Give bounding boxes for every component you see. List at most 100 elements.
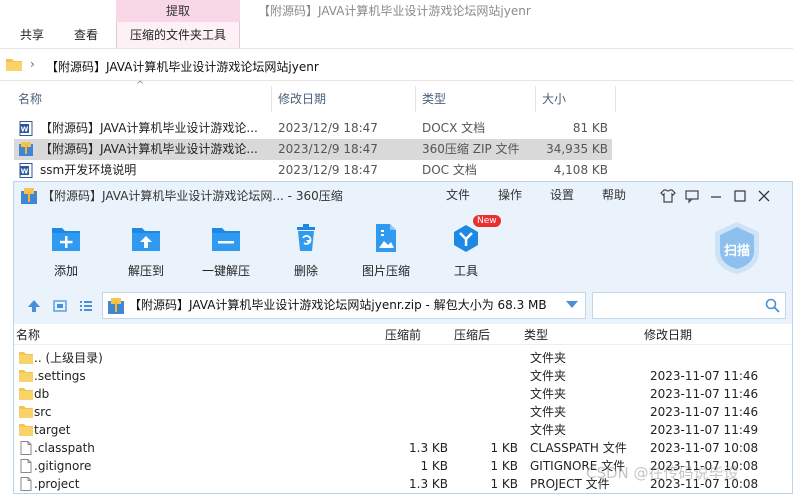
archive-item-name: .project: [34, 477, 80, 491]
zip-title-bar[interactable]: 【附源码】JAVA计算机毕业设计游戏论坛网... - 360压缩 文件 操作 设…: [14, 182, 792, 210]
archive-path-field[interactable]: 【附源码】JAVA计算机毕业设计游戏论坛网站jyenr.zip - 解包大小为 …: [102, 292, 586, 319]
archive-row[interactable]: .classpath 1.3 KB 1 KB CLASSPATH 文件 2023-11-…: [14, 439, 792, 457]
scan-label: 扫描: [723, 244, 750, 259]
column-divider[interactable]: [271, 86, 272, 112]
image-compress-icon: [376, 224, 396, 252]
archive-item-modified: 2023-11-07 11:46: [650, 387, 759, 401]
search-input[interactable]: [592, 292, 786, 319]
zip-window: 【附源码】JAVA计算机毕业设计游戏论坛网... - 360压缩 文件 操作 设…: [13, 181, 793, 494]
archive-item-name: .gitignore: [34, 459, 92, 473]
toolbar-label: 解压到: [127, 264, 164, 278]
thumbnail-view-icon[interactable]: [52, 298, 68, 314]
maximize-icon[interactable]: [731, 187, 749, 205]
scan-button[interactable]: 扫描: [711, 220, 763, 276]
word-doc-icon: W: [19, 163, 33, 178]
tab-view[interactable]: 查看: [66, 22, 106, 48]
column-divider[interactable]: [415, 86, 416, 112]
archive-row[interactable]: .. (上级目录) 文件夹: [14, 349, 792, 367]
archive-item-name: .classpath: [34, 441, 95, 455]
folder-icon: [6, 59, 22, 71]
file-type: DOC 文档: [422, 163, 477, 177]
zip-archive-icon: [108, 298, 124, 314]
file-size: 81 KB: [572, 121, 608, 135]
extract-to-icon: [132, 228, 160, 251]
breadcrumb-path[interactable]: 【附源码】JAVA计算机毕业设计游戏论坛网站jyenr: [46, 58, 319, 75]
menu-help[interactable]: 帮助: [602, 182, 626, 208]
sort-ascending-icon: ^: [136, 80, 145, 91]
archive-item-type: 文件夹: [530, 405, 567, 419]
chevron-down-icon[interactable]: [565, 299, 579, 311]
tab-share[interactable]: 共享: [12, 22, 52, 48]
file-size: 34,935 KB: [546, 142, 608, 156]
column-divider[interactable]: [535, 86, 536, 112]
file-icon: [20, 477, 32, 491]
delete-button[interactable]: 删除: [271, 216, 341, 286]
archive-item-type: 文件夹: [530, 387, 567, 401]
menu-file[interactable]: 文件: [446, 182, 470, 208]
file-row[interactable]: W 【附源码】JAVA计算机毕业设计游戏论... 2023/12/9 18:47…: [14, 118, 612, 139]
archive-item-modified: 2023-11-07 11:46: [650, 405, 759, 419]
file-name: 【附源码】JAVA计算机毕业设计游戏论...: [40, 142, 258, 156]
archive-item-after: 1 KB: [490, 441, 518, 455]
file-row[interactable]: W ssm开发环境说明 2023/12/9 18:47 DOC 文档 4,108…: [14, 160, 612, 181]
column-header-modified[interactable]: 修改日期: [644, 325, 692, 345]
column-header-size[interactable]: 大小: [542, 90, 566, 110]
archive-item-before: 1.3 KB: [409, 441, 448, 455]
word-doc-icon: W: [19, 121, 33, 136]
archive-column-header: 名称 压缩前 压缩后 类型 修改日期: [14, 325, 792, 345]
list-view-icon[interactable]: [78, 298, 94, 314]
csdn-watermark: CSDN @在传码说毕设: [586, 464, 739, 482]
tab-compressed-folder-tools[interactable]: 压缩的文件夹工具: [116, 22, 240, 48]
column-divider[interactable]: [615, 86, 616, 112]
zip-toolbar: 添加 解压到 一键解压 删除 图片压缩 New 工具: [14, 210, 792, 288]
archive-row[interactable]: target 文件夹 2023-11-07 11:49: [14, 421, 792, 439]
minimize-icon[interactable]: [707, 187, 725, 205]
address-bar[interactable]: › 【附源码】JAVA计算机毕业设计游戏论坛网站jyenr: [0, 53, 793, 79]
folder-icon: [19, 370, 33, 382]
column-header-after[interactable]: 压缩后: [454, 325, 490, 345]
breadcrumb-chevron[interactable]: ›: [30, 57, 35, 71]
quick-extract-button[interactable]: 一键解压: [191, 216, 261, 286]
file-name: ssm开发环境说明: [40, 163, 137, 177]
file-name: 【附源码】JAVA计算机毕业设计游戏论...: [40, 121, 258, 135]
column-header-modified[interactable]: 修改日期: [278, 90, 326, 110]
shirt-skin-icon[interactable]: [659, 187, 677, 205]
column-header-type[interactable]: 类型: [422, 90, 446, 110]
extract-to-button[interactable]: 解压到: [111, 216, 181, 286]
file-row-selected[interactable]: 【附源码】JAVA计算机毕业设计游戏论... 2023/12/9 18:47 3…: [14, 139, 612, 160]
menu-operate[interactable]: 操作: [498, 182, 522, 208]
close-icon[interactable]: [755, 187, 773, 205]
folder-icon: [19, 352, 33, 364]
zip-archive-icon: [19, 142, 33, 156]
archive-item-name: target: [34, 423, 71, 437]
toolbar-label: 工具: [453, 264, 478, 278]
explorer-ribbon-tabs: 共享 查看 压缩的文件夹工具: [0, 22, 793, 48]
toolbar-label: 图片压缩: [361, 264, 410, 278]
archive-row[interactable]: src 文件夹 2023-11-07 11:46: [14, 403, 792, 421]
add-button[interactable]: 添加: [31, 216, 101, 286]
column-header-name[interactable]: 名称: [16, 325, 40, 345]
up-arrow-icon[interactable]: [26, 298, 42, 314]
toolbar-label: 一键解压: [201, 264, 250, 278]
feedback-icon[interactable]: [683, 187, 701, 205]
archive-row[interactable]: db 文件夹 2023-11-07 11:46: [14, 385, 792, 403]
quick-extract-icon: [212, 228, 240, 251]
column-header-before[interactable]: 压缩前: [385, 325, 421, 345]
archive-item-modified: 2023-11-07 11:46: [650, 369, 759, 383]
zip-app-icon: [21, 188, 37, 204]
ribbon-divider: [0, 48, 793, 49]
archive-row[interactable]: .settings 文件夹 2023-11-07 11:46: [14, 367, 792, 385]
file-modified: 2023/12/9 18:47: [278, 163, 378, 177]
archive-item-modified: 2023-11-07 10:08: [650, 441, 759, 455]
context-tab-extract[interactable]: 提取: [116, 0, 240, 22]
archive-item-type: 文件夹: [530, 351, 567, 365]
file-icon: [20, 459, 32, 473]
search-icon[interactable]: [765, 298, 780, 313]
menu-settings[interactable]: 设置: [550, 182, 574, 208]
tools-button[interactable]: New 工具: [431, 215, 501, 286]
column-header-type[interactable]: 类型: [524, 325, 548, 345]
image-compress-button[interactable]: 图片压缩: [351, 216, 421, 286]
archive-item-name: .. (上级目录): [34, 351, 103, 365]
toolbar-label: 添加: [53, 264, 78, 278]
column-header-name[interactable]: 名称: [18, 90, 42, 110]
